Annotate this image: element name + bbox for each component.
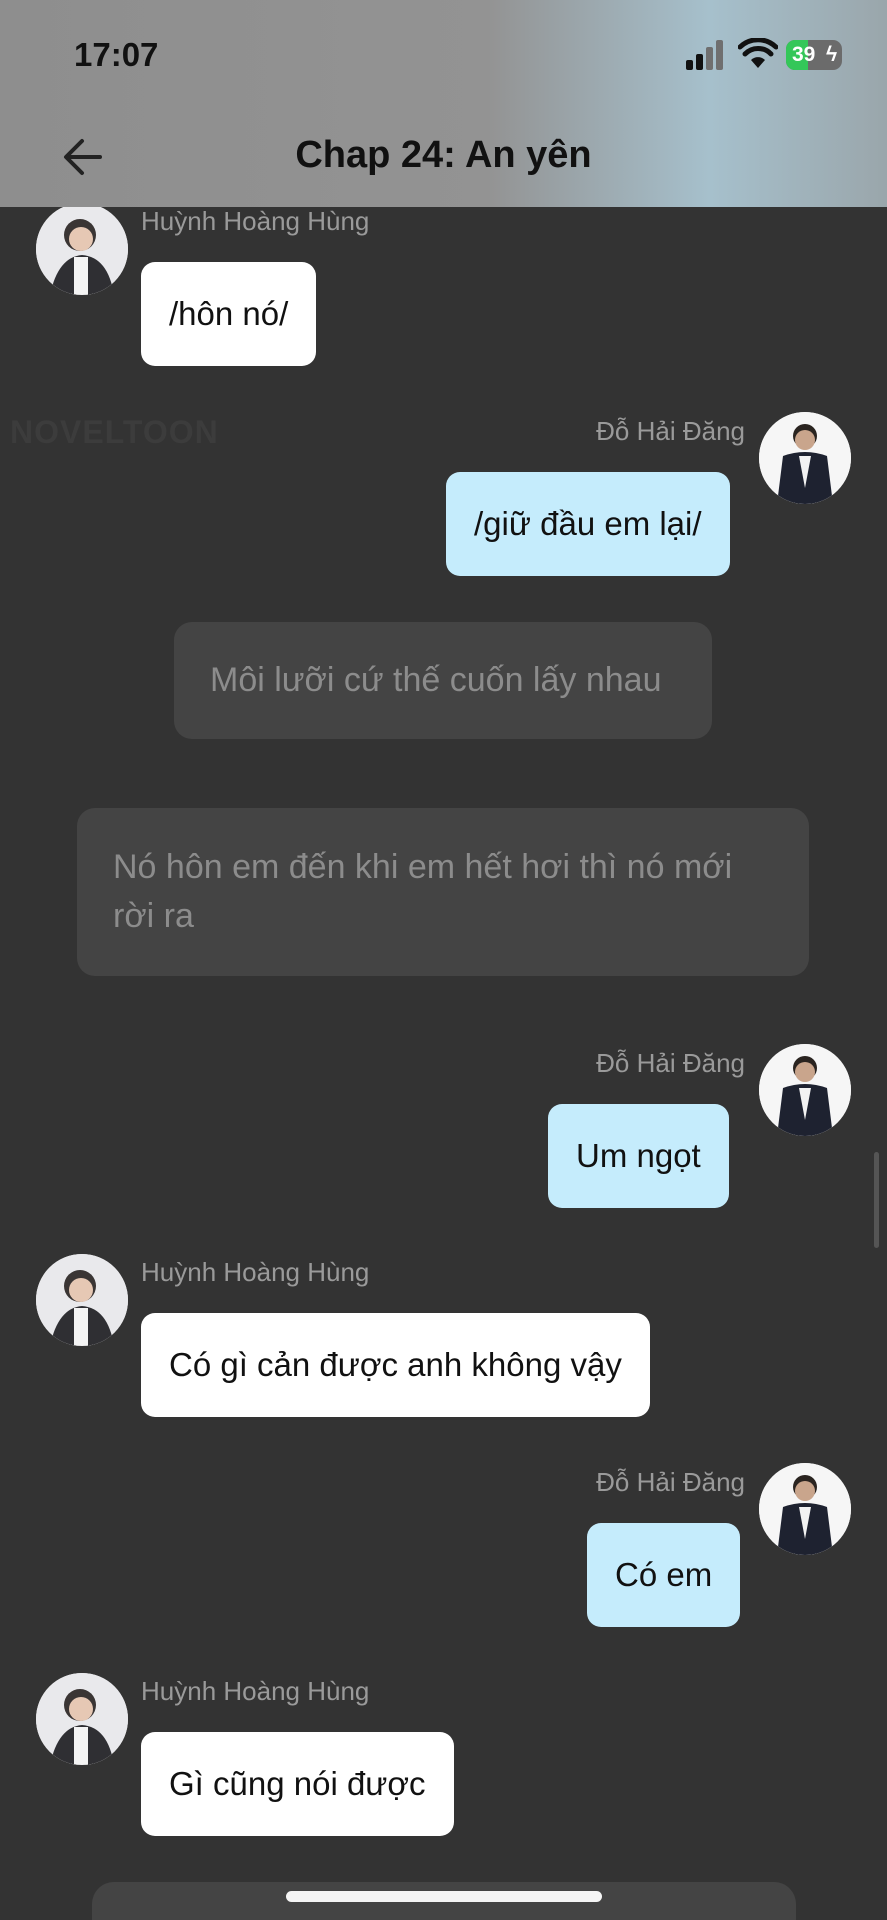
avatar-huynh-hoang-hung[interactable] <box>36 203 128 295</box>
sender-name: Đỗ Hải Đăng <box>596 416 745 446</box>
sender-name: Đỗ Hải Đăng <box>596 1467 745 1497</box>
cellular-signal-icon <box>686 40 723 70</box>
wifi-icon <box>738 38 778 68</box>
message-bubble[interactable]: Có em <box>587 1523 741 1627</box>
scroll-indicator[interactable] <box>874 1152 879 1248</box>
status-time: 17:07 <box>74 36 159 73</box>
avatar-huynh-hoang-hung[interactable] <box>36 1673 128 1765</box>
charging-icon: ϟ <box>826 43 838 66</box>
narration-text: Nó hôn em đến khi em hết hơi thì nó mới … <box>113 848 733 935</box>
message-bubble[interactable]: Có gì cản được anh không vậy <box>141 1313 650 1417</box>
avatar-huynh-hoang-hung[interactable] <box>36 1254 128 1346</box>
page-title: Chap 24: An yên <box>295 134 592 176</box>
message-bubble[interactable]: Um ngọt <box>548 1104 729 1208</box>
narration-box: Môi lưỡi cứ thế cuốn lấy nhau <box>174 622 712 739</box>
avatar-do-hai-dang[interactable] <box>759 412 851 504</box>
avatar-do-hai-dang[interactable] <box>759 1463 851 1555</box>
sender-name: Huỳnh Hoàng Hùng <box>141 206 370 236</box>
sender-name: Huỳnh Hoàng Hùng <box>141 1257 370 1287</box>
avatar-do-hai-dang[interactable] <box>759 1044 851 1136</box>
watermark-logo: NOVELTOON <box>10 414 219 450</box>
battery-level: 39 <box>792 43 816 66</box>
message-bubble[interactable]: /giữ đầu em lại/ <box>446 472 730 576</box>
sender-name: Huỳnh Hoàng Hùng <box>141 1676 370 1706</box>
message-bubble[interactable]: Gì cũng nói được <box>141 1732 454 1836</box>
top-bar: 17:07 39 ϟ Chap 24: An yên <box>0 0 887 207</box>
home-indicator[interactable] <box>286 1891 602 1902</box>
narration-box: Nó hôn em đến khi em hết hơi thì nó mới … <box>77 808 809 976</box>
message-bubble[interactable]: /hôn nó/ <box>141 262 317 366</box>
narration-text: Môi lưỡi cứ thế cuốn lấy nhau <box>210 661 662 699</box>
battery-indicator: 39 ϟ <box>786 40 842 70</box>
sender-name: Đỗ Hải Đăng <box>596 1048 745 1078</box>
